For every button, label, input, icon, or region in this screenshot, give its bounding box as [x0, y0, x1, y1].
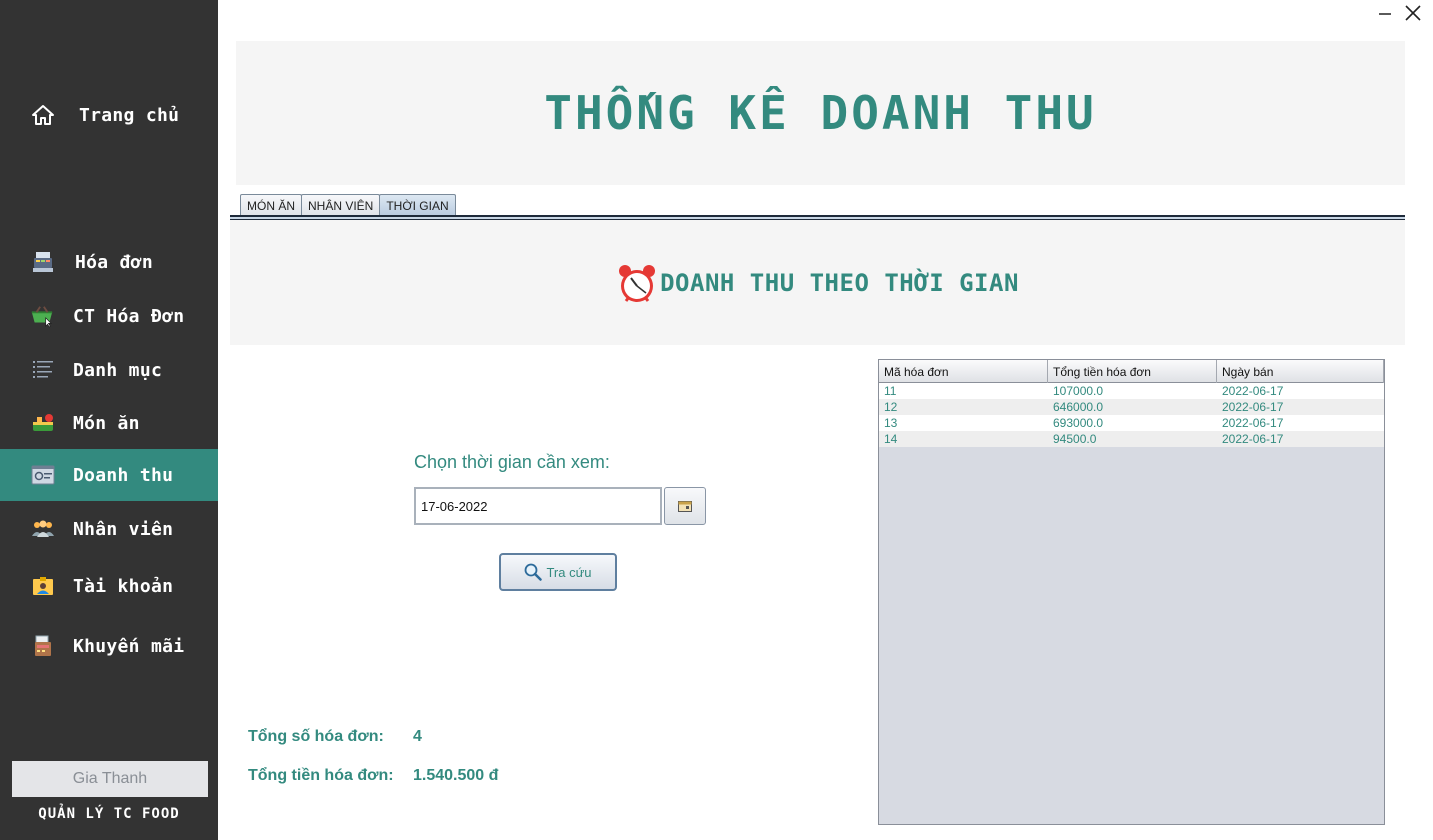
table-cell: 693000.0 — [1053, 416, 1104, 430]
promotion-icon — [31, 634, 55, 658]
date-prompt-label: Chọn thời gian cần xem: — [414, 452, 610, 472]
table-row[interactable]: 14 94500.0 2022-06-17 — [879, 431, 1384, 447]
sidebar-item-label: Món ăn — [73, 412, 140, 434]
table-cell: 2022-06-17 — [1222, 416, 1284, 430]
sidebar-item-staff[interactable]: Nhân viên — [0, 503, 218, 555]
table-header: Mã hóa đơn Tổng tiền hóa đơn Ngày bán — [879, 360, 1384, 383]
sidebar-item-home[interactable]: Trang chủ — [0, 89, 218, 141]
sidebar-item-invoice[interactable]: Hóa đơn — [0, 236, 218, 288]
calendar-button[interactable] — [664, 487, 706, 525]
tab-time[interactable]: THỜI GIAN — [379, 194, 456, 216]
invoice-count-label: Tổng số hóa đơn: — [248, 728, 384, 745]
minimize-button[interactable] — [1374, 2, 1396, 24]
table-cell: 2022-06-17 — [1222, 384, 1284, 398]
list-icon — [31, 358, 55, 382]
column-header[interactable]: Ngày bán — [1217, 360, 1384, 383]
sidebar-item-account[interactable]: Tài khoản — [0, 560, 218, 612]
food-icon — [31, 411, 55, 435]
table-cell: 2022-06-17 — [1222, 432, 1284, 446]
sidebar-item-category[interactable]: Danh mục — [0, 344, 218, 396]
table-cell: 14 — [884, 432, 898, 446]
page-title: THỐNG KÊ DOANH THU — [544, 86, 1097, 140]
calendar-icon — [678, 501, 692, 512]
column-header[interactable]: Tổng tiền hóa đơn — [1048, 360, 1217, 383]
sidebar-item-invoice-detail[interactable]: CT Hóa Đơn — [0, 290, 218, 342]
table-cell: 94500.0 — [1053, 432, 1097, 446]
current-user: Gia Thanh — [12, 761, 208, 797]
sidebar: Trang chủ Hóa đơn CT Hóa Đơn Danh mục Mó… — [0, 0, 218, 840]
panel-title: DOANH THU THEO THỜI GIAN — [660, 268, 1019, 297]
table-cell: 2022-06-17 — [1222, 400, 1284, 414]
panel-header: DOANH THU THEO THỜI GIAN — [230, 220, 1405, 345]
search-button[interactable]: Tra cứu — [499, 553, 617, 591]
table-cell: 13 — [884, 416, 898, 430]
sidebar-item-promotion[interactable]: Khuyến mãi — [0, 620, 218, 672]
cash-register-icon — [31, 250, 55, 274]
app-name: QUẢN LÝ TC FOOD — [38, 806, 180, 822]
sidebar-item-label: CT Hóa Đơn — [73, 305, 185, 327]
table-cell: 12 — [884, 400, 898, 414]
alarm-clock-icon — [616, 262, 658, 304]
table-cell: 11 — [884, 384, 897, 398]
sidebar-item-label: Nhân viên — [73, 518, 174, 540]
revenue-icon — [31, 463, 55, 487]
sidebar-item-dishes[interactable]: Món ăn — [0, 397, 218, 449]
close-button[interactable] — [1402, 2, 1424, 24]
invoice-total-value: 1.540.500 đ — [413, 767, 499, 784]
invoice-count-value: 4 — [413, 728, 422, 745]
staff-icon — [31, 517, 55, 541]
sidebar-item-label: Doanh thu — [73, 464, 174, 486]
sidebar-item-label: Tài khoản — [73, 575, 174, 597]
column-header[interactable]: Mã hóa đơn — [879, 360, 1048, 383]
close-icon — [1405, 5, 1421, 21]
sidebar-item-label: Khuyến mãi — [73, 635, 185, 657]
tab-staff[interactable]: NHÂN VIÊN — [301, 194, 381, 216]
date-field[interactable] — [414, 487, 662, 525]
table-cell: 107000.0 — [1053, 384, 1104, 398]
table-cell: 646000.0 — [1053, 400, 1104, 414]
table-row[interactable]: 11 107000.0 2022-06-17 — [879, 383, 1384, 399]
page-header: THỐNG KÊ DOANH THU — [236, 41, 1405, 185]
sidebar-item-revenue[interactable]: Doanh thu — [0, 449, 218, 501]
search-icon — [525, 563, 543, 581]
tab-dishes[interactable]: MÓN ĂN — [240, 194, 302, 216]
tab-bar: MÓN ĂN NHÂN VIÊN THỜI GIAN — [240, 194, 456, 216]
sidebar-item-label: Danh mục — [73, 359, 163, 381]
minimize-icon — [1379, 13, 1391, 15]
invoice-table[interactable]: Mã hóa đơn Tổng tiền hóa đơn Ngày bán 11… — [878, 359, 1385, 825]
account-icon — [31, 574, 55, 598]
table-row[interactable]: 13 693000.0 2022-06-17 — [879, 415, 1384, 431]
sidebar-item-label: Trang chủ — [79, 104, 180, 126]
basket-icon — [30, 304, 54, 328]
search-button-label: Tra cứu — [546, 564, 592, 580]
sidebar-item-label: Hóa đơn — [75, 251, 153, 273]
home-icon — [31, 103, 55, 127]
table-row[interactable]: 12 646000.0 2022-06-17 — [879, 399, 1384, 415]
invoice-total-label: Tổng tiền hóa đơn: — [248, 767, 394, 784]
